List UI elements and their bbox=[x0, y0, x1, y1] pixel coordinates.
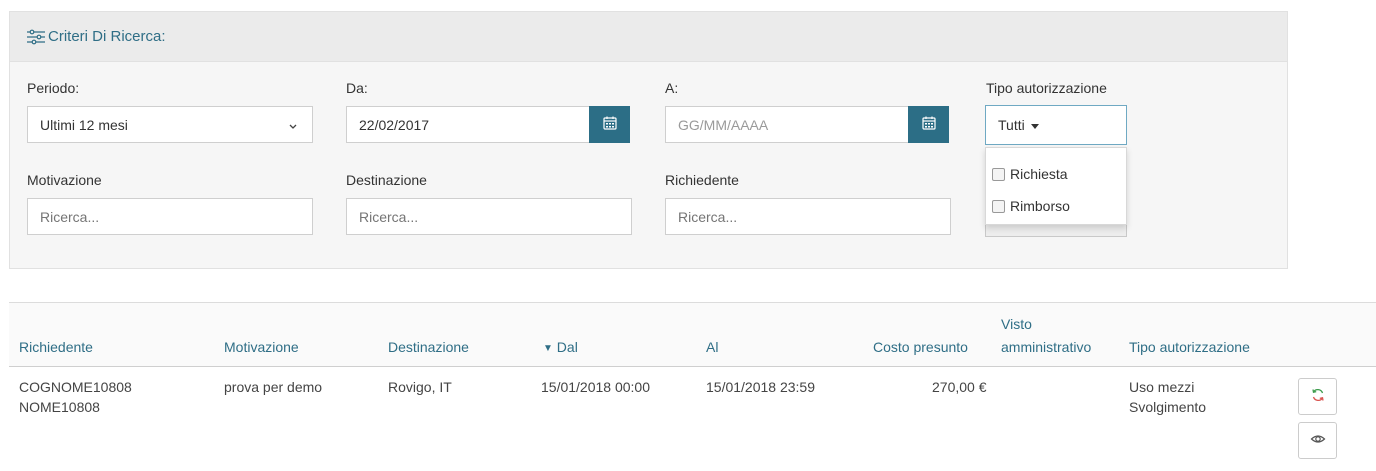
cell-motivazione: prova per demo bbox=[224, 379, 323, 395]
column-header-al[interactable]: Al bbox=[706, 338, 718, 356]
column-header-dal-label: Dal bbox=[556, 339, 578, 355]
a-date-input[interactable]: GG/MM/AAAA bbox=[665, 106, 909, 143]
sliders-icon bbox=[26, 29, 46, 45]
a-placeholder: GG/MM/AAAA bbox=[678, 116, 769, 133]
tipo-autorizzazione-menu: Richiesta Rimborso bbox=[985, 147, 1127, 225]
tipo-value: Tutti bbox=[998, 117, 1025, 133]
eye-icon bbox=[1310, 431, 1326, 450]
column-header-visto-amministrativo[interactable]: Visto amministrativo bbox=[1001, 315, 1091, 355]
option-label: Richiesta bbox=[1010, 166, 1068, 182]
a-calendar-button[interactable] bbox=[908, 106, 949, 143]
column-header-costo-presunto[interactable]: Costo presunto bbox=[873, 338, 968, 356]
cell-dal: 15/01/2018 00:00 bbox=[541, 379, 650, 395]
destinazione-search-input[interactable] bbox=[346, 198, 632, 235]
da-label: Da: bbox=[346, 80, 368, 96]
richiedente-label: Richiedente bbox=[665, 172, 739, 188]
cell-richiedente: COGNOME10808 NOME10808 bbox=[19, 377, 132, 417]
cell-destinazione: Rovigo, IT bbox=[388, 379, 452, 395]
da-date-input[interactable]: 22/02/2017 bbox=[346, 106, 590, 143]
a-label: A: bbox=[665, 80, 679, 96]
table-header bbox=[9, 303, 1376, 366]
column-header-tipo-autorizzazione[interactable]: Tipo autorizzazione bbox=[1129, 338, 1250, 356]
destinazione-label: Destinazione bbox=[346, 172, 427, 188]
tipo-autorizzazione-label: Tipo autorizzazione bbox=[986, 80, 1107, 96]
tipo-line1: Uso mezzi bbox=[1129, 379, 1195, 395]
column-header-dal[interactable]: ▼ Dal bbox=[543, 338, 578, 359]
refresh-icon bbox=[1310, 387, 1326, 406]
cell-tipo-autorizzazione: Uso mezzi Svolgimento bbox=[1129, 377, 1206, 417]
richiedente-search-input[interactable] bbox=[665, 198, 951, 235]
rimborso-checkbox[interactable] bbox=[992, 199, 1005, 213]
periodo-select[interactable]: Ultimi 12 mesi bbox=[27, 106, 313, 143]
tipo-autorizzazione-dropdown-button[interactable]: Tutti bbox=[985, 105, 1127, 145]
richiesta-checkbox[interactable] bbox=[992, 167, 1005, 181]
caret-down-icon bbox=[1030, 123, 1039, 129]
view-details-button[interactable] bbox=[1298, 422, 1337, 459]
option-label: Rimborso bbox=[1010, 198, 1070, 214]
calendar-icon bbox=[921, 115, 937, 134]
cell-costo-presunto: 270,00 € bbox=[932, 379, 987, 395]
periodo-value: Ultimi 12 mesi bbox=[40, 116, 128, 133]
da-value: 22/02/2017 bbox=[359, 116, 430, 133]
motivazione-label: Motivazione bbox=[27, 172, 102, 188]
panel-title: Criteri Di Ricerca: bbox=[48, 28, 166, 45]
chevron-down-icon bbox=[288, 118, 298, 129]
panel-header: Criteri Di Ricerca: bbox=[10, 12, 1287, 62]
visto-line1: Visto bbox=[1001, 316, 1032, 332]
richiedente-nome: NOME10808 bbox=[19, 399, 100, 415]
tipo-line2: Svolgimento bbox=[1129, 399, 1207, 415]
calendar-icon bbox=[602, 115, 618, 134]
visto-line2: amministrativo bbox=[1001, 339, 1092, 355]
motivazione-search-input[interactable] bbox=[27, 198, 313, 235]
column-header-destinazione[interactable]: Destinazione bbox=[388, 338, 469, 356]
sort-desc-icon: ▼ bbox=[543, 343, 553, 354]
richiedente-cognome: COGNOME10808 bbox=[19, 379, 132, 395]
option-richiesta[interactable]: Richiesta bbox=[986, 158, 1126, 190]
cell-al: 15/01/2018 23:59 bbox=[706, 379, 815, 395]
header-divider bbox=[9, 366, 1376, 367]
da-calendar-button[interactable] bbox=[589, 106, 630, 143]
refresh-status-button[interactable] bbox=[1298, 378, 1337, 415]
periodo-label: Periodo: bbox=[27, 80, 80, 96]
column-header-motivazione[interactable]: Motivazione bbox=[224, 338, 299, 356]
column-header-richiedente[interactable]: Richiedente bbox=[19, 338, 93, 356]
option-rimborso[interactable]: Rimborso bbox=[986, 190, 1126, 222]
